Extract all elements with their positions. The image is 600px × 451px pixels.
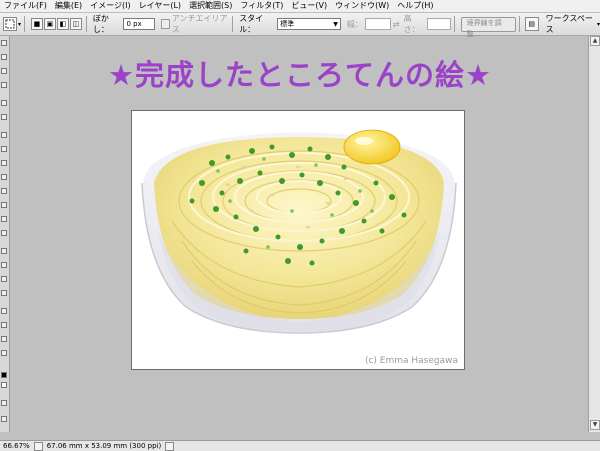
separator [232, 16, 234, 32]
menu-bar: ファイル(F) 編集(E) イメージ(I) レイヤー(L) 選択範囲(S) フィ… [0, 0, 600, 13]
eraser-tool-icon[interactable] [1, 188, 7, 194]
quick-mask-icon[interactable] [1, 400, 7, 406]
add-selection-icon[interactable]: ▣ [43, 18, 56, 30]
status-bar: 66.67% 67.06 mm x 53.09 mm (300 ppi) [0, 440, 600, 451]
separator [518, 16, 520, 32]
height-input[interactable] [426, 18, 451, 30]
document-info: 67.06 mm x 53.09 mm (300 ppi) [46, 442, 162, 450]
menu-help[interactable]: ヘルプ(H) [393, 0, 437, 12]
type-tool-icon[interactable] [1, 262, 7, 268]
chevron-down-icon: ▼ [333, 20, 338, 28]
zoom-tool-icon[interactable] [1, 350, 7, 356]
new-selection-icon[interactable]: ■ [30, 18, 43, 30]
healing-brush-tool-icon[interactable] [1, 132, 7, 138]
copyright-credit: (c) Emma Hasegawa [364, 356, 458, 366]
marquee-tool-icon[interactable] [3, 17, 17, 31]
path-select-tool-icon[interactable] [1, 276, 7, 282]
menu-image[interactable]: イメージ(I) [86, 0, 134, 12]
refine-edge-button[interactable]: 境界線を調整... [460, 16, 516, 38]
chevron-down-icon[interactable]: ▾ [18, 21, 21, 28]
gradient-tool-icon[interactable] [1, 202, 7, 208]
crop-tool-icon[interactable] [1, 100, 7, 106]
status-menu-icon[interactable] [33, 441, 43, 451]
stamp-tool-icon[interactable] [1, 160, 7, 166]
page-title: ★完成したところてんの絵★ [108, 58, 492, 92]
vertical-scrollbar[interactable]: ▲ ▼ [588, 36, 600, 432]
background-color-icon[interactable] [1, 382, 7, 388]
menu-select[interactable]: 選択範囲(S) [185, 0, 236, 12]
menu-layer[interactable]: レイヤー(L) [135, 0, 185, 12]
scroll-up-icon[interactable]: ▲ [590, 36, 600, 46]
scroll-down-icon[interactable]: ▼ [590, 420, 600, 430]
intersect-selection-icon[interactable]: ◫ [69, 18, 82, 30]
zoom-level[interactable]: 66.67% [0, 442, 33, 450]
style-select[interactable]: 標準 ▼ [277, 18, 341, 30]
antialias-label: アンチエイリアス [171, 14, 228, 34]
document-canvas[interactable]: (c) Emma Hasegawa [131, 110, 465, 370]
palette-well-icon[interactable]: ▤ [524, 17, 539, 31]
menu-file[interactable]: ファイル(F) [0, 0, 51, 12]
chevron-right-icon[interactable] [165, 441, 175, 451]
style-select-value: 標準 [280, 20, 295, 28]
height-label: 高さ： [403, 14, 420, 34]
menu-view[interactable]: ビュー(V) [287, 0, 331, 12]
toolbox [0, 36, 10, 432]
style-label: スタイル： [239, 14, 264, 34]
width-label: 幅： [346, 19, 363, 29]
antialias-checkbox[interactable] [160, 19, 170, 29]
slice-tool-icon[interactable] [1, 114, 7, 120]
history-brush-tool-icon[interactable] [1, 174, 7, 180]
brush-tool-icon[interactable] [1, 146, 7, 152]
rectangle-marquee-icon [5, 19, 15, 29]
width-input[interactable] [364, 18, 391, 30]
pen-tool-icon[interactable] [1, 248, 7, 254]
tokoroten-illustration [140, 129, 458, 334]
eyedropper-tool-icon[interactable] [1, 322, 7, 328]
screen-mode-icon[interactable] [1, 416, 7, 422]
swap-icon[interactable]: ⇄ [393, 20, 400, 29]
move-tool-icon[interactable] [1, 40, 7, 46]
workspace-label[interactable]: ワークスペース [546, 13, 595, 35]
dodge-tool-icon[interactable] [1, 230, 7, 236]
feather-label: ぼかし： [92, 14, 109, 34]
options-bar: ▾ ■ ▣ ◧ ◫ ぼかし： 0 px アンチエイリアス スタイル： 標準 ▼ … [0, 13, 600, 38]
subtract-selection-icon[interactable]: ◧ [56, 18, 69, 30]
notes-tool-icon[interactable] [1, 308, 7, 314]
foreground-color-icon[interactable] [1, 372, 7, 378]
shape-tool-icon[interactable] [1, 290, 7, 296]
menu-window[interactable]: ウィンドウ(W) [331, 0, 393, 12]
menu-filter[interactable]: フィルタ(T) [236, 0, 287, 12]
separator [85, 16, 87, 32]
blur-tool-icon[interactable] [1, 216, 7, 222]
separator [453, 16, 455, 32]
hand-tool-icon[interactable] [1, 336, 7, 342]
separator [24, 16, 25, 32]
menu-edit[interactable]: 編集(E) [51, 0, 86, 12]
feather-input[interactable]: 0 px [123, 18, 155, 30]
